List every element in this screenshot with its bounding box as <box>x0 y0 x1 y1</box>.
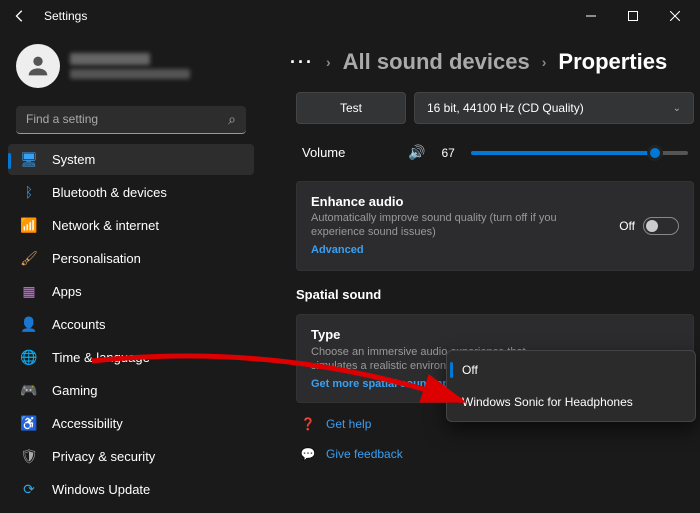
spatial-section-header: Spatial sound <box>296 283 694 302</box>
toggle-label: Off <box>619 219 635 233</box>
breadcrumb: ··· › All sound devices › Properties <box>266 42 700 82</box>
nav-accounts[interactable]: 👤Accounts <box>8 309 254 340</box>
nav-bluetooth[interactable]: ᛒBluetooth & devices <box>8 177 254 208</box>
back-button[interactable] <box>4 0 36 32</box>
profile-block[interactable] <box>8 40 254 100</box>
search-box[interactable]: ⌕ <box>16 106 246 134</box>
help-icon: ❓ <box>300 417 316 431</box>
enhance-desc: Automatically improve sound quality (tur… <box>311 211 591 240</box>
chevron-right-icon: › <box>326 54 331 70</box>
nav-privacy[interactable]: 🛡Privacy & security <box>8 441 254 472</box>
enhance-toggle[interactable] <box>643 217 679 235</box>
volume-value: 67 <box>441 146 454 160</box>
minimize-button[interactable] <box>570 0 612 32</box>
volume-row: Volume 🔊 67 <box>296 136 694 169</box>
sidebar: ⌕ 🖥System ᛒBluetooth & devices 📶Network … <box>0 32 258 513</box>
test-button[interactable]: Test <box>296 92 406 124</box>
spatial-title: Type <box>311 327 679 342</box>
search-icon: ⌕ <box>228 111 236 128</box>
format-dropdown[interactable]: 16 bit, 44100 Hz (CD Quality) ⌄ <box>414 92 694 124</box>
accessibility-icon: ♿ <box>18 412 40 434</box>
feedback-icon: 💬 <box>300 447 316 461</box>
nav-windows-update[interactable]: ⟳Windows Update <box>8 474 254 505</box>
bluetooth-icon: ᛒ <box>18 181 40 203</box>
chevron-down-icon: ⌄ <box>673 103 681 114</box>
accounts-icon: 👤 <box>18 313 40 335</box>
breadcrumb-current: Properties <box>558 49 667 75</box>
profile-text <box>70 53 190 79</box>
volume-label: Volume <box>302 145 392 160</box>
titlebar: Settings <box>0 0 700 32</box>
wifi-icon: 📶 <box>18 214 40 236</box>
give-feedback-row[interactable]: 💬 Give feedback <box>296 445 694 463</box>
globe-icon: 🌐 <box>18 346 40 368</box>
slider-thumb[interactable] <box>647 145 663 161</box>
nav-list: 🖥System ᛒBluetooth & devices 📶Network & … <box>8 144 254 505</box>
enhance-audio-card: Enhance audio Automatically improve soun… <box>296 181 694 271</box>
nav-accessibility[interactable]: ♿Accessibility <box>8 408 254 439</box>
speaker-icon[interactable]: 🔊 <box>408 144 425 161</box>
flyout-option-off[interactable]: Off <box>450 354 692 386</box>
nav-network[interactable]: 📶Network & internet <box>8 210 254 241</box>
chevron-right-icon: › <box>542 54 547 70</box>
shield-icon: 🛡 <box>18 445 40 467</box>
nav-apps[interactable]: ▦Apps <box>8 276 254 307</box>
flyout-option-sonic[interactable]: Windows Sonic for Headphones <box>450 386 692 418</box>
search-input[interactable] <box>26 112 228 126</box>
avatar <box>16 44 60 88</box>
breadcrumb-more[interactable]: ··· <box>290 52 314 73</box>
update-icon: ⟳ <box>18 478 40 500</box>
nav-system[interactable]: 🖥System <box>8 144 254 175</box>
main-content: ··· › All sound devices › Properties Tes… <box>258 32 700 513</box>
maximize-button[interactable] <box>612 0 654 32</box>
nav-gaming[interactable]: 🎮Gaming <box>8 375 254 406</box>
enhance-title: Enhance audio <box>311 194 619 209</box>
volume-slider[interactable] <box>471 151 688 155</box>
advanced-link[interactable]: Advanced <box>311 244 364 256</box>
breadcrumb-parent[interactable]: All sound devices <box>343 49 530 75</box>
brush-icon: 🖌 <box>18 247 40 269</box>
close-button[interactable] <box>654 0 696 32</box>
gaming-icon: 🎮 <box>18 379 40 401</box>
apps-icon: ▦ <box>18 280 40 302</box>
nav-time-language[interactable]: 🌐Time & language <box>8 342 254 373</box>
app-title: Settings <box>44 9 87 23</box>
spatial-type-flyout: Off Windows Sonic for Headphones <box>446 350 696 422</box>
system-icon: 🖥 <box>18 148 40 170</box>
nav-personalisation[interactable]: 🖌Personalisation <box>8 243 254 274</box>
